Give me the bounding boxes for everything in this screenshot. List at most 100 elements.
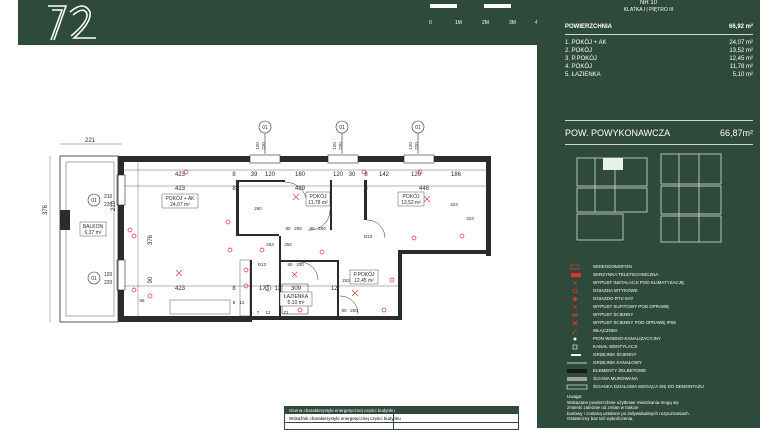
area-header: POWIERZCHNIA — [565, 24, 612, 30]
room-area: 6,37 m² — [85, 230, 102, 236]
scale-tick: 2M — [482, 20, 489, 26]
usable-area-label: POW. POWYKONAWCZA — [565, 128, 671, 138]
dim-text: D13 — [258, 262, 267, 267]
wall-heater-icon — [571, 354, 581, 356]
room-name: POKÓJ — [310, 193, 327, 200]
ceiling-outlet-icon — [572, 304, 578, 310]
dim-text: 8 — [233, 300, 236, 305]
room-row: 3. P.POKÓJ 12,45 m² — [565, 56, 753, 62]
axis-dim: 120 — [255, 142, 260, 150]
dim-text: 253 — [266, 242, 274, 247]
dim-text: 323 — [450, 202, 458, 207]
socket-icon — [572, 288, 578, 294]
axis-dim: 210 — [104, 194, 113, 200]
dim-text: 12 — [265, 310, 271, 315]
dim-text: 173 — [259, 286, 270, 292]
dim-text: 90 — [148, 276, 154, 283]
legend-label: WYPUST INSTALACJI POD KLIMATYZACJĘ — [593, 280, 685, 285]
axis-dim: 120 — [408, 142, 413, 150]
dim-text: 80 — [285, 226, 291, 231]
wall-outlet-icon — [571, 312, 579, 318]
notes-line: Ostateczny baz też wykończenia. — [567, 416, 634, 421]
dim-text: 423 — [175, 172, 186, 178]
axis-dim: 120 — [104, 272, 113, 278]
rtv-socket-icon — [573, 297, 577, 301]
area-total: 66,92 m² — [728, 24, 753, 30]
room-name: 1. POKÓJ + AK — [565, 40, 607, 46]
dim-text: 39 — [251, 172, 258, 178]
axis-label: 01 — [91, 276, 97, 282]
axis-label: 01 — [339, 125, 345, 131]
dim-text: 200 — [296, 262, 304, 267]
scale-tick: 1M — [455, 20, 462, 26]
legend-item: PION WODNO-KANALIZACYJNY — [565, 336, 755, 343]
room-area: 12,45 m² — [729, 56, 753, 62]
key-plan — [576, 153, 722, 243]
legend-label: GNIAZDO RTV-SAT — [593, 296, 634, 301]
room-name: POKÓJ — [403, 193, 420, 200]
legend-item: WYPUST SUFITOWY POD OPRAWĘ — [565, 304, 755, 311]
dim-text: 253 — [342, 278, 350, 283]
notes: Uwaga: Wskazane powierzchnie użytkowe mi… — [567, 394, 747, 422]
room-area: 5,10 m² — [732, 72, 753, 78]
axis-dim: 220 — [338, 142, 343, 150]
telecom-box-icon — [571, 273, 581, 277]
dim-text: 120 — [411, 172, 422, 178]
dim-text: 309 — [291, 286, 302, 292]
energy-row: Wskaźnik charakterystyki energetycznej c… — [285, 415, 518, 423]
legend-item: GRZEJNIK KANAŁOWY — [565, 360, 755, 367]
dim-text: 80 — [287, 262, 293, 267]
legend-item: WYPUST ŚCIENNY — [565, 312, 755, 319]
legend-label: WIDEODOMOFON — [593, 264, 632, 269]
room-area: 5,10 m² — [288, 300, 305, 306]
room-area: 11,78 m² — [729, 64, 753, 70]
legend-item: WŁĄCZNIKI — [565, 328, 755, 335]
ac-outlet-icon — [572, 280, 578, 286]
room-area: 24,07 m² — [729, 40, 753, 46]
dim-text: 90 — [341, 308, 347, 313]
axis-dim: 220 — [261, 142, 266, 150]
room-row: 1. POKÓJ + AK 24,07 m² — [565, 40, 753, 46]
axis-dim: 120 — [332, 142, 337, 150]
dim-text: 376 — [43, 204, 49, 215]
legend-item: ŚCIANA MUROWANA — [565, 376, 755, 383]
legend-label: PION WODNO-KANALIZACYJNY — [593, 336, 662, 341]
dim-text: 221 — [85, 138, 96, 144]
usable-area-row: POW. POWYKONAWCZA 66,87m² — [565, 128, 753, 138]
axis-dim: 220 — [414, 142, 419, 150]
room-row: 2. POKÓJ 13,52 m² — [565, 48, 753, 54]
legend-label: ELEMENTY ŻELBETOWE — [593, 368, 647, 373]
room-area: 13,52 m² — [729, 48, 753, 54]
legend-label: WYPUST SUFITOWY POD OPRAWĘ — [593, 304, 670, 309]
dim-text: 8 — [232, 286, 236, 292]
axis-label: 01 — [415, 125, 421, 131]
legend-item: WYPUST ŚCIENNY POD OPRAWĘ IP55 — [565, 320, 755, 327]
room-area: 11,78 m² — [308, 200, 328, 206]
legend-item: ELEMENTY ŻELBETOWE — [565, 368, 755, 375]
dim-text: 423 — [175, 286, 186, 292]
legend-label: KANAŁ WENTYLACJI — [593, 344, 638, 349]
dim-text: 376 — [148, 234, 154, 245]
legend-item: WIDEODOMOFON — [565, 264, 755, 271]
dim-text: 120 — [265, 172, 276, 178]
floor-plan: 01 01 01 01 01 210 220 120 220 120 220 1… — [43, 120, 491, 323]
scale-tick: 3M — [509, 20, 516, 26]
area-header-row: POWIERZCHNIA 66,92 m² — [565, 24, 753, 30]
legend-item: GNIAZDO RTV-SAT — [565, 296, 755, 303]
legend-item: GRZEJNIK ŚCIENNY — [565, 352, 755, 359]
legend-label: GRZEJNIK KANAŁOWY — [593, 360, 643, 365]
energy-row-label: Wskaźnik charakterystyki energetycznej c… — [289, 416, 401, 421]
key-plan-highlight — [603, 158, 623, 170]
room-name: 2. POKÓJ — [565, 48, 593, 54]
room-name: P.POKÓJ — [353, 271, 375, 278]
room-area: 24,07 m² — [170, 202, 190, 208]
dim-text: 12 — [331, 286, 338, 292]
legend-label: WŁĄCZNIKI — [593, 328, 618, 333]
dim-text: 8 — [232, 186, 236, 192]
apartment-title: NR 10 — [639, 0, 657, 6]
scale-tick: 0 — [429, 20, 432, 26]
dim-text: 200 — [294, 226, 302, 231]
axis-dim: 220 — [104, 280, 113, 286]
dim-text: 12 — [239, 300, 245, 305]
legend-label: GRZEJNIK ŚCIENNY — [593, 352, 637, 357]
